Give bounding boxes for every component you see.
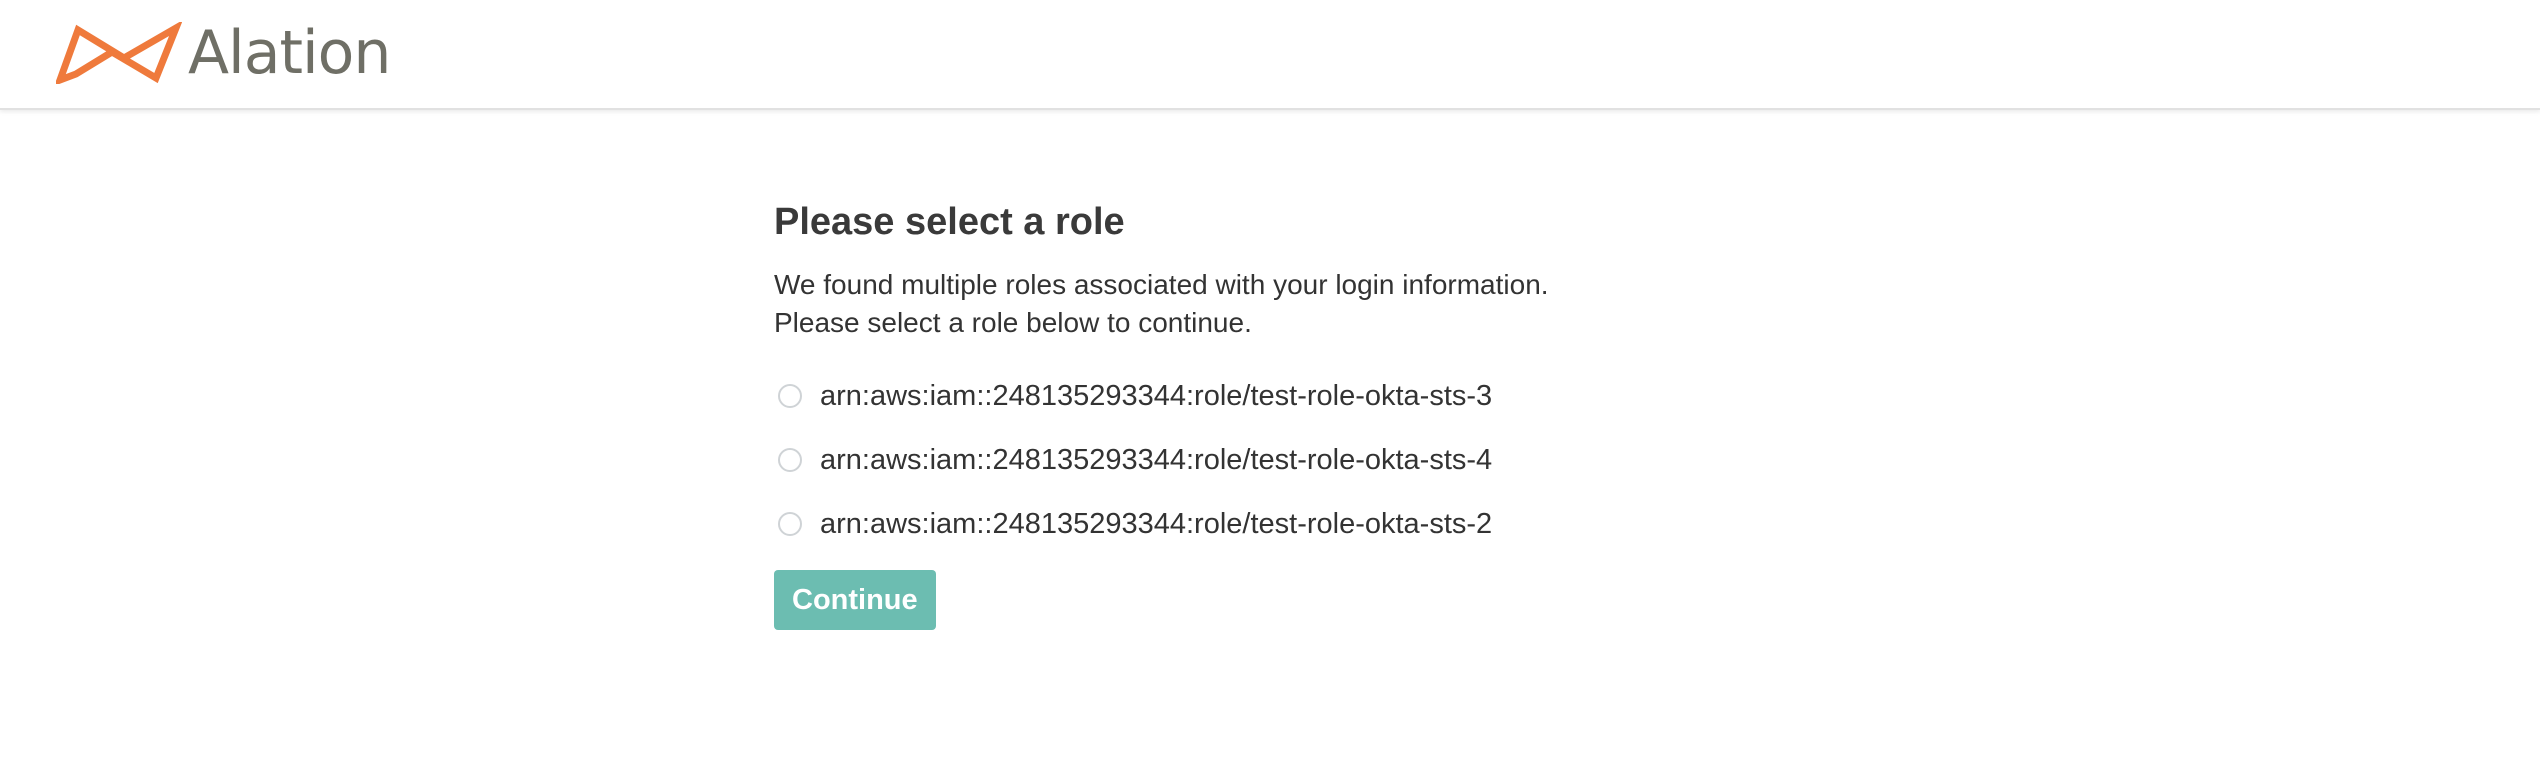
description-line-2: Please select a role below to continue. <box>774 307 1252 338</box>
role-option-label[interactable]: arn:aws:iam::248135293344:role/test-role… <box>820 381 1492 411</box>
role-option-label[interactable]: arn:aws:iam::248135293344:role/test-role… <box>820 509 1492 539</box>
role-radio-button[interactable] <box>778 384 802 408</box>
page-description: We found multiple roles associated with … <box>774 266 1774 342</box>
role-radio-button[interactable] <box>778 512 802 536</box>
role-option-sts-3[interactable]: arn:aws:iam::248135293344:role/test-role… <box>774 364 1774 428</box>
role-option-label[interactable]: arn:aws:iam::248135293344:role/test-role… <box>820 445 1492 475</box>
role-radio-button[interactable] <box>778 448 802 472</box>
logo-wordmark: Alation <box>188 18 391 88</box>
alation-bowtie-logo-icon <box>56 22 182 84</box>
role-selection-panel: Please select a role We found multiple r… <box>774 196 1774 630</box>
description-line-1: We found multiple roles associated with … <box>774 269 1549 300</box>
role-list: arn:aws:iam::248135293344:role/test-role… <box>774 364 1774 556</box>
top-header-bar: Alation <box>0 0 2540 110</box>
role-option-sts-2[interactable]: arn:aws:iam::248135293344:role/test-role… <box>774 492 1774 556</box>
alation-logo[interactable]: Alation <box>56 18 391 88</box>
role-option-sts-4[interactable]: arn:aws:iam::248135293344:role/test-role… <box>774 428 1774 492</box>
continue-button[interactable]: Continue <box>774 570 936 630</box>
page-title: Please select a role <box>774 201 1125 243</box>
